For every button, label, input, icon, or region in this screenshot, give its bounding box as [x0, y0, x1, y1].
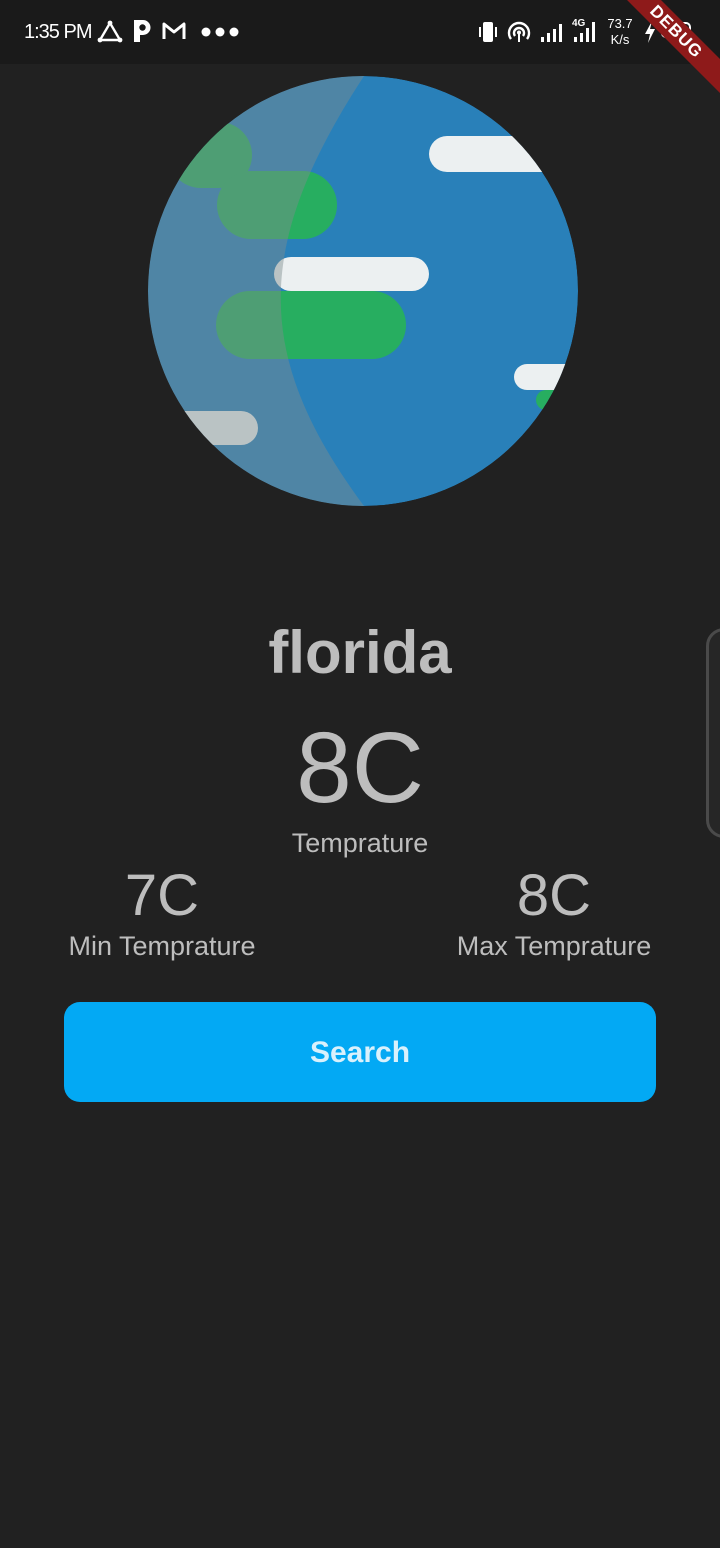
city-name: florida [268, 619, 452, 686]
delta-icon [97, 20, 123, 44]
min-temperature-label: Min Temprature [68, 931, 256, 961]
status-bar: 1:35 PM 4G 73.7 K/s [0, 0, 720, 64]
min-temperature-block: 7C Min Temprature [12, 862, 312, 962]
signal-icon [540, 22, 566, 42]
network-speed: 73.7 K/s [604, 16, 636, 48]
search-button[interactable]: Search [64, 1002, 656, 1102]
hotspot-icon [506, 20, 532, 44]
weather-globe-illustration [148, 76, 578, 506]
network-type-label: 4G [572, 18, 586, 29]
max-temperature-block: 8C Max Temprature [404, 862, 704, 962]
min-temperature: 7C [124, 863, 200, 928]
max-temperature-label: Max Temprature [456, 931, 652, 961]
more-dots-icon [200, 26, 240, 38]
current-temperature: 8C [296, 712, 424, 824]
p-app-icon [131, 18, 153, 44]
temperature-label: Temprature [291, 828, 429, 858]
status-time: 1:35 PM [24, 21, 92, 43]
network-speed-value: 73.7 [607, 16, 633, 31]
signal-4g-icon: 4G [570, 16, 600, 44]
max-temperature: 8C [516, 863, 592, 928]
gmail-icon [161, 20, 187, 42]
network-speed-unit: K/s [610, 32, 630, 47]
vibrate-icon [476, 20, 500, 44]
side-panel-handle[interactable] [706, 628, 720, 838]
